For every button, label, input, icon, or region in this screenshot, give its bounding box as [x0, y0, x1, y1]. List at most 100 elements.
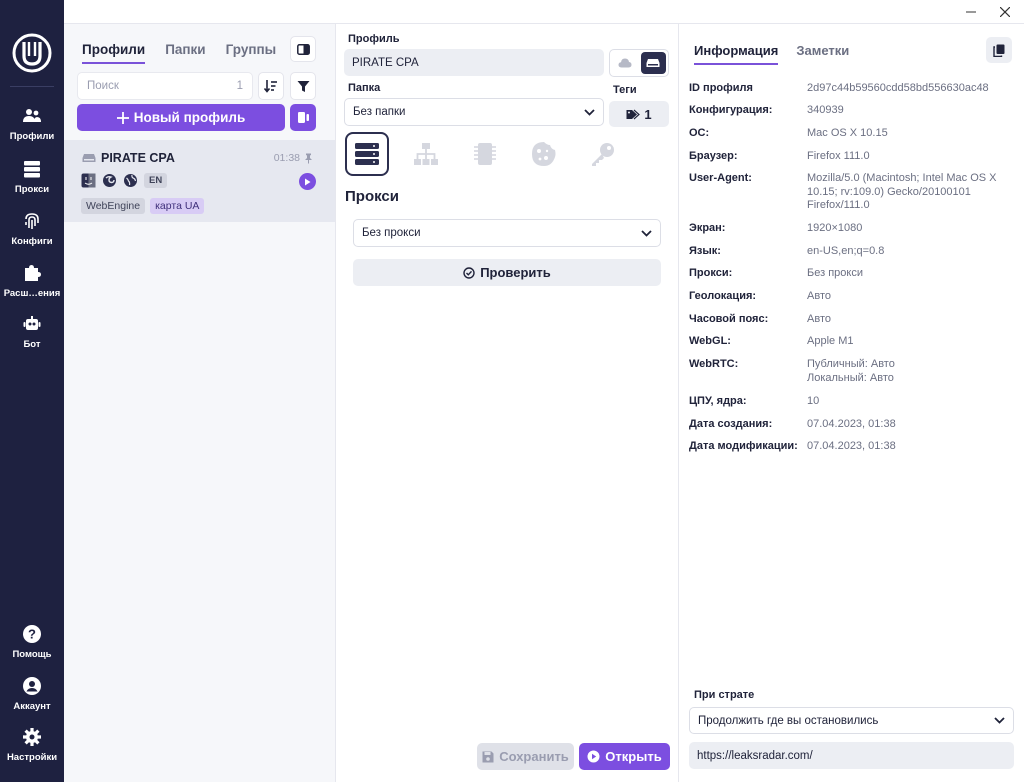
svg-text:?: ? — [28, 627, 36, 642]
info-value[interactable]: Apple M1 — [807, 335, 1013, 349]
tab-groups[interactable]: Группы — [226, 42, 277, 64]
tags-count: 1 — [644, 106, 652, 122]
info-value[interactable]: 07.04.2023, 01:38 — [807, 440, 1013, 454]
close-icon — [1000, 7, 1010, 17]
sidebar-toggle-icon — [296, 43, 310, 55]
info-key: ID профиля — [689, 82, 753, 94]
storage-drive-icon — [82, 154, 96, 162]
key-icon — [592, 143, 614, 166]
info-value[interactable]: Firefox 111.0 — [807, 150, 1013, 164]
info-value[interactable]: 1920×1080 — [807, 222, 1013, 236]
profile-time: 01:38 — [274, 152, 313, 164]
info-value[interactable]: 07.04.2023, 01:38 — [807, 418, 1013, 432]
info-key: Браузер: — [689, 150, 738, 162]
rail-item-proxy[interactable]: Прокси — [0, 159, 64, 205]
tab-folders[interactable]: Папки — [165, 42, 205, 64]
rail-item-bot[interactable]: Бот — [0, 314, 64, 360]
minimize-button[interactable] — [954, 0, 988, 24]
rail-item-label: Бот — [23, 339, 41, 350]
info-value[interactable]: Авто — [807, 290, 1013, 304]
search-placeholder: Поиск — [87, 80, 119, 92]
info-value[interactable]: Авто — [807, 313, 1013, 327]
left-rail: Профили Прокси Конфиги Расш…ения Бот ? П… — [0, 0, 64, 782]
check-circle-icon — [463, 266, 475, 279]
rail-item-settings[interactable]: Настройки — [0, 727, 64, 773]
sort-button[interactable] — [258, 72, 284, 100]
copy-info-button[interactable] — [986, 37, 1012, 63]
info-value[interactable]: Mac OS X 10.15 — [807, 127, 1013, 141]
category-proxy[interactable] — [345, 132, 389, 176]
info-value[interactable]: 340939 — [807, 104, 1013, 118]
info-key: WebGL: — [689, 335, 731, 347]
floppy-icon — [482, 751, 494, 762]
category-cookies[interactable] — [522, 132, 566, 176]
tag-badge: WebEngine — [81, 198, 146, 214]
category-passwords[interactable] — [581, 132, 625, 176]
local-storage-button[interactable] — [640, 52, 666, 74]
check-proxy-button[interactable]: Проверить — [353, 259, 661, 286]
robot-icon — [23, 316, 41, 330]
save-button[interactable]: Сохранить — [477, 743, 574, 770]
tags-button[interactable]: 1 — [609, 101, 669, 127]
settings-categories — [345, 132, 625, 176]
gear-icon — [23, 728, 41, 746]
profile-name-input[interactable]: PIRATE CPA — [344, 49, 604, 76]
open-profile-button[interactable]: Открыть — [579, 743, 670, 770]
start-url-input[interactable]: https://leaksradar.com/ — [689, 742, 1014, 769]
rail-item-extensions[interactable]: Расш…ения — [0, 263, 64, 309]
toggle-panel-button[interactable] — [290, 36, 316, 62]
search-input[interactable]: Поиск 1 — [77, 72, 253, 100]
globe-icon — [124, 174, 137, 187]
profile-attributes: EN — [81, 173, 168, 188]
info-key: Прокси: — [689, 267, 733, 279]
section-title: Прокси — [345, 188, 399, 205]
info-key: ЦПУ, ядра: — [689, 395, 747, 407]
profile-name-value: PIRATE CPA — [352, 56, 419, 69]
tab-info[interactable]: Информация — [694, 43, 779, 65]
on-start-value: Продолжить где вы остановились — [698, 714, 879, 727]
new-profile-button[interactable]: Новый профиль — [77, 104, 285, 131]
profile-name-label: Профиль — [348, 33, 400, 45]
info-value[interactable]: Mozilla/5.0 (Macintosh; Intel Mac OS X 1… — [807, 172, 1013, 213]
folder-select[interactable]: Без папки — [344, 98, 604, 126]
pin-icon[interactable] — [304, 153, 313, 164]
profiles-tabs: Профили Папки Группы — [82, 42, 276, 64]
start-profile-button[interactable] — [299, 173, 316, 190]
profile-list-item[interactable]: PIRATE CPA 01:38 EN WebEngine карта UA — [64, 140, 335, 222]
info-value[interactable]: en-US,en;q=0.8 — [807, 245, 1013, 259]
filter-button[interactable] — [290, 72, 316, 100]
cloud-icon — [618, 58, 632, 68]
tab-notes[interactable]: Заметки — [796, 43, 849, 65]
close-button[interactable] — [988, 0, 1022, 24]
info-panel: Информация Заметки ID профиля 2d97c44b595… — [680, 24, 1024, 782]
profile-tags: WebEngine карта UA — [81, 198, 205, 214]
info-key: Часовой пояс: — [689, 313, 769, 325]
proxy-select[interactable]: Без прокси — [353, 219, 661, 247]
info-value[interactable]: 10 — [807, 395, 1013, 409]
folder-value: Без папки — [353, 106, 406, 118]
info-value[interactable]: 2d97c44b59560cdd58bd556630ac48 — [807, 82, 1013, 96]
cloud-storage-button[interactable] — [612, 52, 638, 74]
on-start-select[interactable]: Продолжить где вы остановились — [689, 707, 1014, 734]
profiles-panel: Профили Папки Группы Поиск 1 Новый профи… — [64, 24, 336, 782]
info-key: Язык: — [689, 245, 721, 257]
rail-item-help[interactable]: ? Помощь — [0, 624, 64, 670]
account-icon — [23, 677, 41, 695]
info-value[interactable]: Публичный: Авто Локальный: Авто — [807, 358, 1013, 385]
rail-item-profiles[interactable]: Профили — [0, 106, 64, 152]
rail-item-label: Помощь — [12, 649, 52, 660]
info-value[interactable]: Без прокси — [807, 267, 1013, 281]
tab-profiles[interactable]: Профили — [82, 42, 146, 64]
info-key: Дата модификации: — [689, 440, 798, 452]
rail-item-configs[interactable]: Конфиги — [0, 211, 64, 257]
cookie-icon — [532, 142, 556, 166]
info-key: ОС: — [689, 127, 710, 139]
category-hardware[interactable] — [463, 132, 507, 176]
new-profile-options-button[interactable] — [290, 104, 316, 131]
proxy-value: Без прокси — [362, 227, 421, 239]
language-badge: EN — [144, 173, 168, 188]
category-network[interactable] — [404, 132, 448, 176]
users-icon — [23, 109, 41, 122]
rail-item-account[interactable]: Аккаунт — [0, 676, 64, 722]
profile-editor: Профиль PIRATE CPA Папка Без папки Теги … — [336, 24, 679, 782]
